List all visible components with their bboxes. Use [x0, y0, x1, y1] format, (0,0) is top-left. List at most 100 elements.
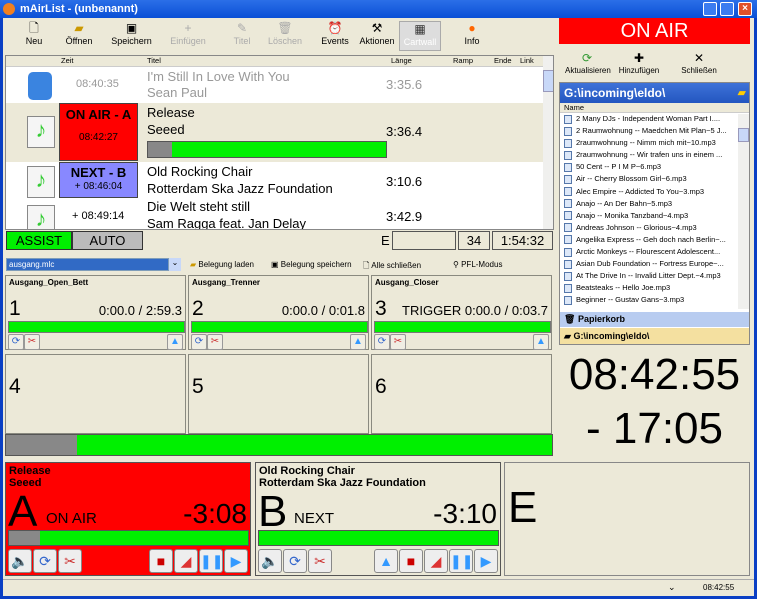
add-button[interactable]: ✚ Hinzufügen: [617, 51, 661, 81]
music-note-icon[interactable]: ♪: [27, 166, 55, 198]
col-time[interactable]: Zeit: [61, 56, 74, 65]
scissors-icon[interactable]: ✂: [308, 549, 332, 573]
pause-icon[interactable]: ❚❚: [199, 549, 223, 573]
file-item[interactable]: Beatsteaks -- Hello Joe.mp3: [560, 282, 738, 294]
load-layout-button[interactable]: ▰ Belegung laden: [190, 260, 254, 269]
info-button[interactable]: ● Info: [457, 21, 487, 51]
minimize-button[interactable]: [703, 2, 717, 16]
eject-icon[interactable]: ▲: [167, 334, 183, 350]
close-browser-button[interactable]: ✕ Schließen: [679, 51, 719, 81]
chevron-down-icon[interactable]: ⌄: [668, 582, 676, 593]
fade-icon[interactable]: ◢: [174, 549, 198, 573]
pause-icon[interactable]: ❚❚: [449, 549, 473, 573]
save-icon: ▣: [271, 260, 279, 269]
playlist-scrollbar[interactable]: [543, 56, 553, 229]
save-layout-button[interactable]: ▣ Belegung speichern: [271, 260, 352, 269]
file-browser: G:\incoming\eldo\ ▰ Name 2 Many DJs - In…: [559, 82, 750, 345]
file-item[interactable]: Asian Dub Foundation -- Fortress Europe~…: [560, 258, 738, 270]
file-item[interactable]: Arctic Monkeys -- Flourescent Adolescent…: [560, 246, 738, 258]
events-button[interactable]: ⏰ Events: [317, 21, 353, 51]
col-link[interactable]: Link: [520, 56, 534, 65]
cart-number: 3: [375, 297, 387, 320]
auto-button[interactable]: AUTO: [72, 231, 143, 250]
current-folder[interactable]: ▰ G:\incoming\eldo\: [560, 328, 749, 344]
file-item[interactable]: 50 Cent -- P I M P~6.mp3: [560, 161, 738, 173]
close-all-button[interactable]: 🗋 Alle schließen: [363, 260, 421, 274]
scissors-icon[interactable]: ✂: [207, 334, 223, 350]
scissors-icon[interactable]: ✂: [58, 549, 82, 573]
cart-6[interactable]: 6: [371, 354, 552, 434]
col-title[interactable]: Titel: [147, 56, 161, 65]
plus-icon: +: [184, 21, 192, 35]
fade-icon[interactable]: ◢: [424, 549, 448, 573]
save-button[interactable]: ▣ Speichern: [109, 21, 154, 51]
playlist-row[interactable]: ♪ + 08:49:14 Die Welt steht still Sam Ra…: [6, 199, 543, 229]
file-item[interactable]: At The Drive In -- Invalid Litter Dept.~…: [560, 270, 738, 282]
app-icon: [3, 3, 15, 15]
title-button[interactable]: ✎ Titel: [227, 21, 257, 51]
cart-1[interactable]: Ausgang_Open_Bett 1 0:00.0 / 2:59.3 ⟳ ✂ …: [5, 275, 186, 350]
file-item[interactable]: Andreas Johnson -- Glorious~4.mp3: [560, 222, 738, 234]
maximize-button[interactable]: [720, 2, 734, 16]
play-icon[interactable]: ▶: [224, 549, 248, 573]
loop-icon[interactable]: ⟳: [374, 334, 390, 350]
scissors-icon[interactable]: ✂: [24, 334, 40, 350]
scissors-icon[interactable]: ✂: [390, 334, 406, 350]
cartwall-button[interactable]: ▦ Cartwall: [399, 21, 441, 51]
pfl-mode-button[interactable]: ⚲ PFL-Modus: [453, 260, 502, 269]
new-file-icon: 🗋: [363, 261, 370, 270]
browser-column-name[interactable]: Name: [560, 103, 749, 113]
cart-5[interactable]: 5: [188, 354, 369, 434]
stop-icon[interactable]: ■: [149, 549, 173, 573]
delete-button[interactable]: 🗑 Löschen: [265, 21, 305, 51]
file-item[interactable]: Beginner -- Gustav Gans~3.mp3: [560, 294, 738, 306]
cart-2[interactable]: Ausgang_Trenner 2 0:00.0 / 0:01.8 ⟳ ✂ ▲: [188, 275, 369, 350]
file-item[interactable]: 2 Raumwohnung -- Maedchen Mit Plan~5 J..…: [560, 125, 738, 137]
cart-3[interactable]: Ausgang_Closer 3 TRIGGER 0:00.0 / 0:03.7…: [371, 275, 552, 350]
music-note-icon[interactable]: ♪: [27, 205, 55, 229]
loop-icon[interactable]: ⟳: [283, 549, 307, 573]
col-length[interactable]: Länge: [391, 56, 412, 65]
chevron-down-icon[interactable]: ⌄: [169, 258, 181, 271]
open-button[interactable]: ▰ Öffnen: [59, 21, 99, 51]
file-item[interactable]: Anajo -- Monika Tanzband~4.mp3: [560, 210, 738, 222]
insert-button[interactable]: + Einfügen: [167, 21, 209, 51]
stop-icon[interactable]: ■: [399, 549, 423, 573]
playlist-row[interactable]: ♪ ON AIR - A 08:42:27 Release Seeed 3:36…: [6, 103, 543, 162]
loop-icon[interactable]: ⟳: [8, 334, 24, 350]
speaker-icon[interactable]: 🔈: [258, 549, 282, 573]
eject-icon[interactable]: ▲: [533, 334, 549, 350]
assist-button[interactable]: ASSIST: [6, 231, 72, 250]
file-item[interactable]: 2raumwohnung -- Nimm mich mit~10.mp3: [560, 137, 738, 149]
col-ramp[interactable]: Ramp: [453, 56, 473, 65]
browser-scrollbar[interactable]: [738, 114, 749, 309]
file-item[interactable]: Alec Empire -- Addicted To You~3.mp3: [560, 186, 738, 198]
eject-icon[interactable]: ▲: [350, 334, 366, 350]
folder-icon[interactable]: ▰: [738, 86, 746, 99]
file-item[interactable]: Angelika Express -- Geh doch nach Berlin…: [560, 234, 738, 246]
file-item[interactable]: 2 Many DJs - Independent Woman Part I...…: [560, 113, 738, 125]
playlist-row[interactable]: 08:40:35 I'm Still In Love With You Sean…: [6, 67, 543, 103]
close-window-button[interactable]: ×: [738, 2, 752, 16]
eject-icon[interactable]: ▲: [374, 549, 398, 573]
cart-4[interactable]: 4: [5, 354, 186, 434]
file-item[interactable]: Anajo -- An Der Bahn~5.mp3: [560, 198, 738, 210]
cart-name: Ausgang_Trenner: [192, 278, 261, 287]
cartwall-file-select[interactable]: ausgang.mlc: [6, 258, 169, 271]
loop-icon[interactable]: ⟳: [191, 334, 207, 350]
refresh-button[interactable]: ⟳ Aktualisieren: [565, 51, 611, 81]
new-button[interactable]: 🗋 Neu: [19, 21, 49, 51]
audio-file-icon: [564, 199, 572, 209]
actions-button[interactable]: ⚒ Aktionen: [357, 21, 397, 51]
file-item[interactable]: 2raumwohnung -- Wir trafen uns in einem …: [560, 149, 738, 161]
player-title: Old Rocking Chair: [259, 465, 355, 477]
file-item[interactable]: Air -- Cherry Blossom Girl~6.mp3: [560, 173, 738, 185]
music-note-icon[interactable]: ♪: [27, 116, 55, 148]
trash-folder[interactable]: 🗑 Papierkorb: [560, 312, 749, 327]
player-remaining: -3:08: [183, 498, 247, 529]
speaker-icon[interactable]: 🔈: [8, 549, 32, 573]
playlist-row[interactable]: ♪ NEXT - B + 08:46:04 Old Rocking Chair …: [6, 162, 543, 202]
play-icon[interactable]: ▶: [474, 549, 498, 573]
loop-icon[interactable]: ⟳: [33, 549, 57, 573]
col-end[interactable]: Ende: [494, 56, 512, 65]
